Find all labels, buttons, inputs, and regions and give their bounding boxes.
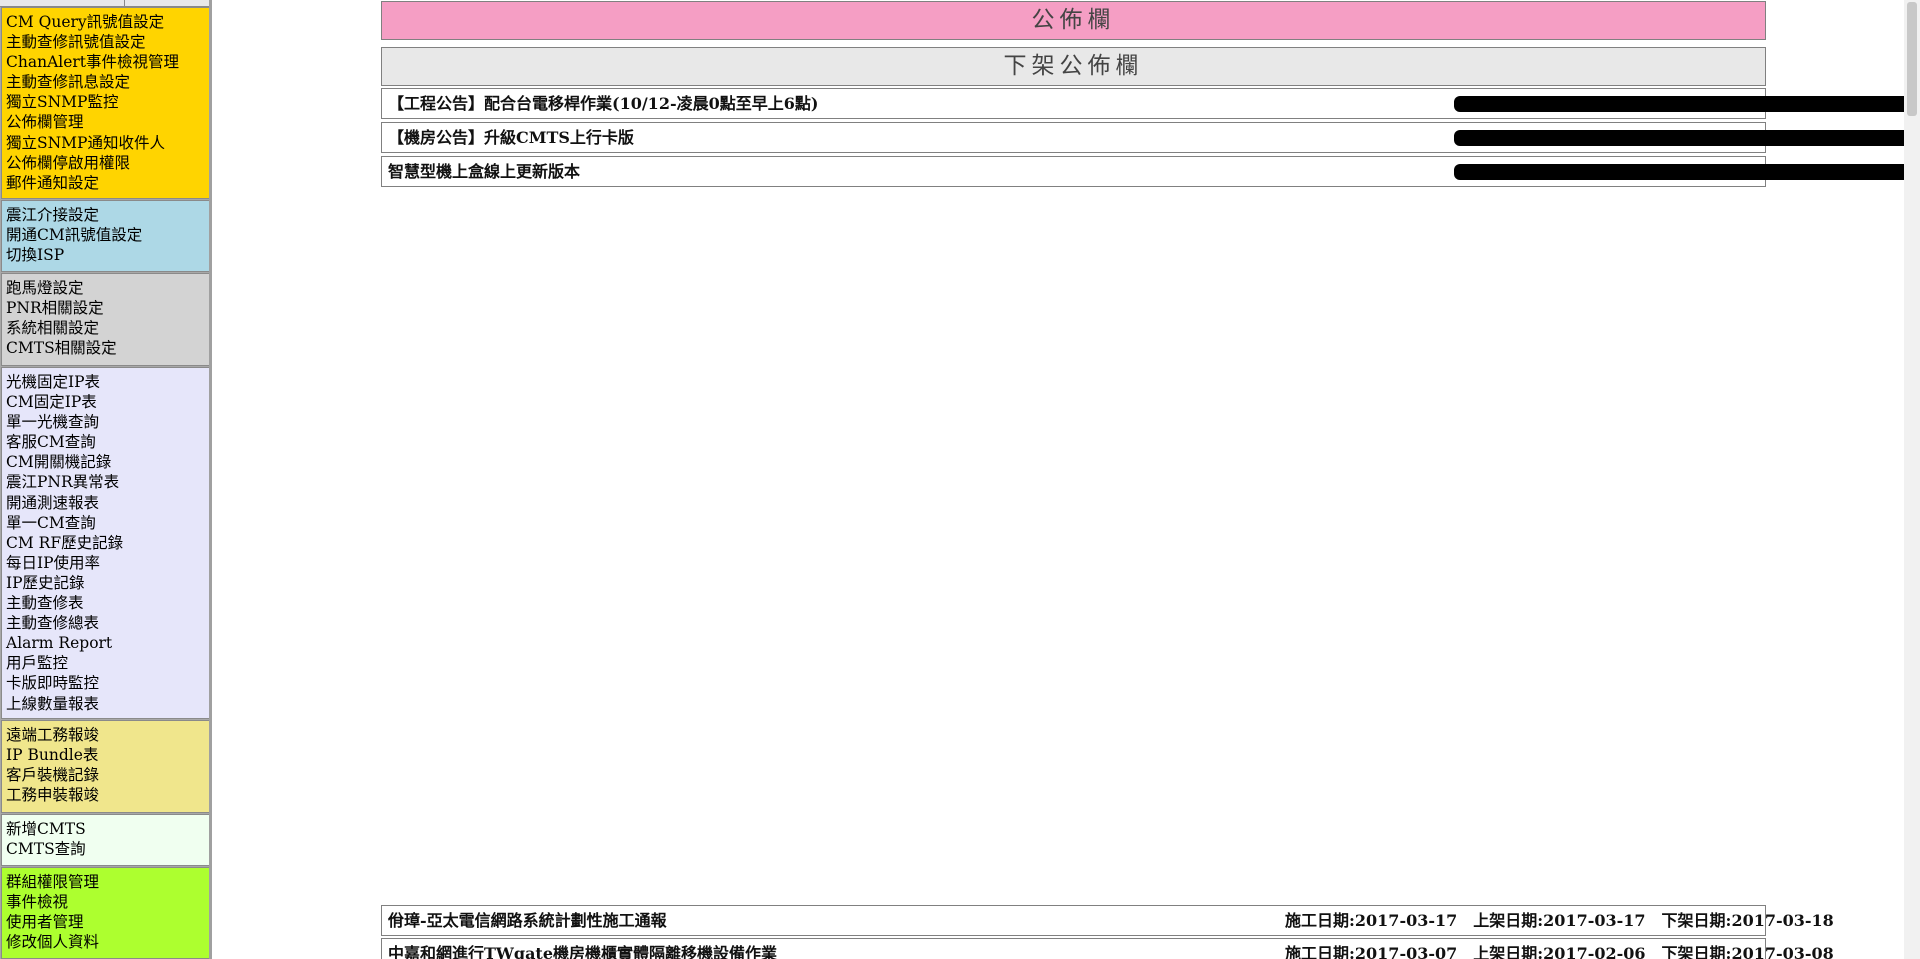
menu-item[interactable]: PNR相關設定 — [6, 298, 209, 318]
menu-group: CM Query訊號值設定 主動查修訊號值設定 ChanAlert事件檢視管理 主動查… — [1, 7, 210, 199]
redaction-mark — [1454, 130, 1920, 146]
menu-item[interactable]: CMTS相關設定 — [6, 338, 209, 358]
left-menu-frame: CM Query訊號值設定 主動查修訊號值設定 ChanAlert事件檢視管理 主動查… — [0, 0, 212, 959]
archive-notice-row[interactable]: 【機房公告】升級CMTS上行卡版 — [381, 122, 1920, 153]
menu-group: 新增CMTS CMTS查詢 — [1, 814, 210, 866]
notice-title[interactable]: 【工程公告】配合台電移桿作業(10/12-凌晨0點至早上6點) — [388, 89, 818, 118]
menu-group: 跑馬燈設定 PNR相關設定 系統相關設定 CMTS相關設定 — [1, 273, 210, 366]
main-scrollbar[interactable] — [1904, 0, 1920, 959]
menu-item[interactable]: 系統相關設定 — [6, 318, 209, 338]
notice-title[interactable]: 【機房公告】升級CMTS上行卡版 — [388, 123, 634, 152]
menu-item[interactable]: CMTS查詢 — [6, 839, 209, 859]
notice-row[interactable]: 中嘉和網進行TWgate機房機櫃實體隔離移機設備作業 施工日期:2017-03-… — [381, 938, 1834, 959]
publish-date: 上架日期:2017-02-06 — [1473, 944, 1646, 959]
notice-title[interactable]: 智慧型機上盒線上更新版本 — [388, 157, 580, 186]
menu-item[interactable]: 每日IP使用率 — [6, 553, 209, 573]
menu-item[interactable]: 獨立SNMP監控 — [6, 92, 209, 112]
archive-notice-row[interactable]: 【工程公告】配合台電移桿作業(10/12-凌晨0點至早上6點) — [381, 88, 1920, 119]
archive-notice-row[interactable]: 智慧型機上盒線上更新版本 — [381, 156, 1920, 187]
menu-item[interactable]: Alarm Report — [6, 633, 209, 653]
menu-item[interactable]: ChanAlert事件檢視管理 — [6, 52, 209, 72]
menu-item[interactable]: 卡版即時監控 — [6, 673, 209, 693]
menu-item[interactable]: 修改個人資料 — [6, 932, 209, 952]
menu-group: 震江介接設定 開通CM訊號值設定 切換ISP — [1, 200, 210, 272]
notice-dates: 施工日期:2017-03-07 上架日期:2017-02-06 下架日期:2017-… — [1285, 939, 1850, 959]
menu-group: 遠端工務報竣 IP Bundle表 客戶裝機記錄 工務申裝報竣 — [1, 720, 210, 813]
menu-item[interactable]: 主動查修表 — [6, 593, 209, 613]
construct-date: 施工日期:2017-03-07 — [1285, 944, 1458, 959]
publish-date: 上架日期:2017-03-17 — [1473, 911, 1646, 930]
menu-item[interactable]: CM開關機記錄 — [6, 452, 209, 472]
notice-title[interactable]: 佾璋-亞太電信網路系統計劃性施工通報 — [388, 906, 667, 935]
unpublish-date: 下架日期:2017-03-08 — [1661, 944, 1834, 959]
menu-item[interactable]: 公佈欄停啟用權限 — [6, 153, 209, 173]
menu-item[interactable]: 單一CM查詢 — [6, 513, 209, 533]
menu-item[interactable]: 主動查修總表 — [6, 613, 209, 633]
menu-item[interactable]: IP歷史記錄 — [6, 573, 209, 593]
menu-item[interactable]: CM RF歷史記錄 — [6, 533, 209, 553]
menu-item[interactable]: 開通測速報表 — [6, 493, 209, 513]
menu-item[interactable]: 公佈欄管理 — [6, 112, 209, 132]
construct-date: 施工日期:2017-03-17 — [1285, 911, 1458, 930]
menu-item[interactable]: 新增CMTS — [6, 819, 209, 839]
unpublish-date: 下架日期:2017-03-18 — [1661, 911, 1834, 930]
redaction-mark — [1454, 96, 1920, 112]
archived-bulletin-title: 下架公佈欄 — [381, 47, 1766, 86]
menu-item[interactable]: 客服CM查詢 — [6, 432, 209, 452]
menu-item[interactable]: 使用者管理 — [6, 912, 209, 932]
menu-item[interactable]: 郵件通知設定 — [6, 173, 209, 193]
menu-item[interactable]: 客戶裝機記錄 — [6, 765, 209, 785]
menu-item[interactable]: 群組權限管理 — [6, 872, 209, 892]
menu-item[interactable]: 主動查修訊息設定 — [6, 72, 209, 92]
menu-item[interactable]: CM固定IP表 — [6, 392, 209, 412]
menu-item[interactable]: CM Query訊號值設定 — [6, 12, 209, 32]
notice-dates: 施工日期:2017-03-17 上架日期:2017-03-17 下架日期:2017-… — [1285, 906, 1850, 935]
main-content-frame: 公佈欄 下架公佈欄 【工程公告】配合台電移桿作業(10/12-凌晨0點至早上6點… — [212, 0, 1920, 959]
menu-item[interactable]: 單一光機查詢 — [6, 412, 209, 432]
menu-item[interactable]: 震江PNR異常表 — [6, 472, 209, 492]
menu-item[interactable]: 遠端工務報竣 — [6, 725, 209, 745]
left-frame-top-stub — [0, 0, 210, 7]
menu-item[interactable]: 光機固定IP表 — [6, 372, 209, 392]
menu-item[interactable]: 工務申裝報竣 — [6, 785, 209, 805]
menu-item[interactable]: 用戶監控 — [6, 653, 209, 673]
notice-title[interactable]: 中嘉和網進行TWgate機房機櫃實體隔離移機設備作業 — [388, 939, 777, 959]
menu-group: 群組權限管理 事件檢視 使用者管理 修改個人資料 — [1, 867, 210, 959]
menu-item[interactable]: 上線數量報表 — [6, 694, 209, 714]
menu-item[interactable]: 跑馬燈設定 — [6, 278, 209, 298]
menu-item[interactable]: 事件檢視 — [6, 892, 209, 912]
menu-item[interactable]: 主動查修訊號值設定 — [6, 32, 209, 52]
menu-item[interactable]: 震江介接設定 — [6, 205, 209, 225]
main-scrollbar-thumb[interactable] — [1907, 2, 1917, 116]
menu-item[interactable]: 開通CM訊號值設定 — [6, 225, 209, 245]
menu-item[interactable]: 獨立SNMP通知收件人 — [6, 133, 209, 153]
notice-row[interactable]: 佾璋-亞太電信網路系統計劃性施工通報 施工日期:2017-03-17 上架日期:2… — [381, 905, 1834, 936]
menu-item[interactable]: 切換ISP — [6, 245, 209, 265]
bulletin-board-title: 公佈欄 — [381, 1, 1766, 40]
redaction-mark — [1454, 164, 1920, 180]
menu-item[interactable]: IP Bundle表 — [6, 745, 209, 765]
menu-group: 光機固定IP表 CM固定IP表 單一光機查詢 客服CM查詢 CM開關機記錄 震江PNR異常… — [1, 367, 210, 719]
